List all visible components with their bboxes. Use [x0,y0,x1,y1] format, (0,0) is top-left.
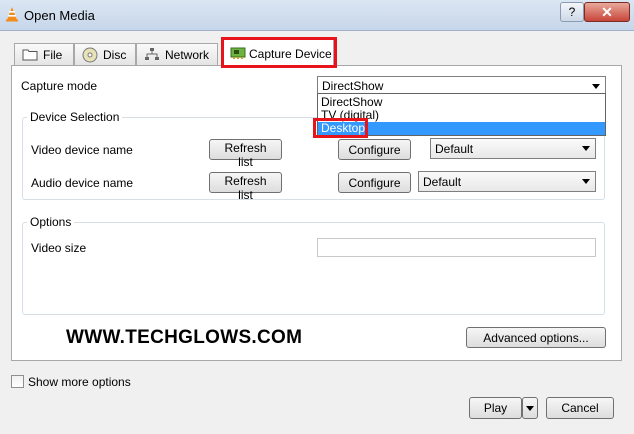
audio-refresh-button[interactable]: Refresh list [209,172,282,202]
watermark-text: WWW.TECHGLOWS.COM [66,327,303,348]
tab-disc-label: Disc [103,48,127,62]
tab-capture-device[interactable]: Capture Device [222,38,334,66]
video-configure-button[interactable]: Configure [338,139,411,160]
play-button[interactable]: Play [469,397,522,419]
audio-device-label: Audio device name [31,176,134,190]
chevron-down-icon [526,406,534,411]
video-refresh-button[interactable]: Refresh list [209,139,282,169]
options-group [22,222,605,315]
video-size-input[interactable] [317,238,596,257]
option-desktop[interactable]: Desktop [318,122,605,135]
tab-file-label: File [43,48,63,62]
tab-file[interactable]: File [14,43,74,65]
audio-device-value: Default [423,175,462,189]
help-button[interactable]: ? [560,2,584,22]
tab-capture-device-label: Capture Device [249,47,332,61]
capture-mode-label: Capture mode [21,79,98,93]
play-menu-button[interactable] [522,397,538,419]
video-device-select[interactable]: Default [430,138,596,159]
tab-network[interactable]: Network [136,43,218,65]
capture-mode-dropdown: DirectShow TV (digital) Desktop [317,93,606,136]
chevron-down-icon [592,84,600,89]
tab-disc[interactable]: Disc [74,43,136,65]
video-size-label: Video size [31,241,87,255]
cancel-button[interactable]: Cancel [546,397,614,419]
audio-configure-button[interactable]: Configure [338,172,411,193]
show-more-options-checkbox[interactable] [11,375,24,388]
options-title: Options [27,215,75,229]
capture-mode-value: DirectShow [322,79,384,93]
chevron-down-icon [582,179,590,184]
device-selection-title: Device Selection [27,110,123,124]
close-button[interactable]: ✕ [584,2,630,22]
video-device-label: Video device name [31,143,133,157]
vlc-cone-icon [6,7,18,22]
video-device-value: Default [435,142,474,156]
audio-device-select[interactable]: Default [418,171,596,192]
title-bar: Open Media ? ✕ [0,0,634,31]
chevron-down-icon [582,146,590,151]
capture-mode-select[interactable]: DirectShow [317,76,606,94]
advanced-options-button[interactable]: Advanced options... [466,327,606,348]
network-icon [145,48,159,60]
window-title: Open Media [24,8,95,23]
folder-icon [22,49,38,61]
show-more-options-label: Show more options [28,375,131,389]
tab-network-label: Network [165,48,210,62]
disc-icon [82,47,98,63]
capture-card-icon [230,47,246,59]
